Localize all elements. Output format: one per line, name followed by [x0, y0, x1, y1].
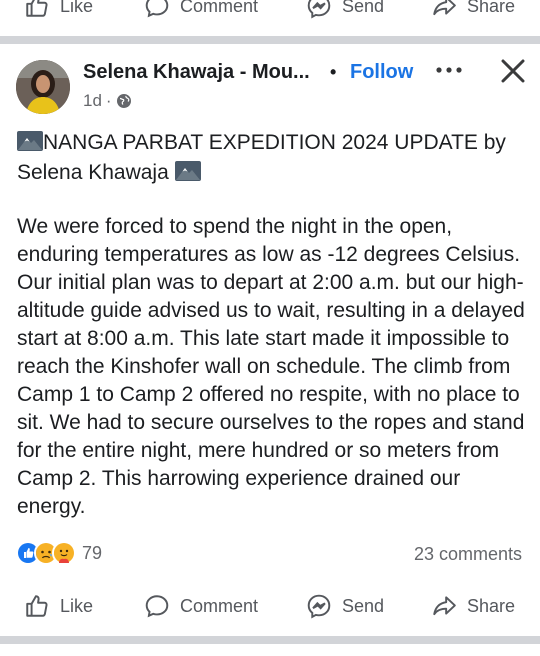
- like-button[interactable]: Like: [24, 593, 93, 619]
- follow-button[interactable]: Follow: [350, 61, 413, 84]
- top-comment-button[interactable]: Comment: [144, 0, 258, 19]
- send-label: Send: [342, 595, 385, 616]
- comment-label: Comment: [180, 595, 259, 616]
- like-label: Like: [60, 595, 94, 616]
- feed-divider: [0, 636, 540, 644]
- top-like-label: Like: [60, 0, 94, 16]
- top-share-button[interactable]: Share: [431, 0, 515, 19]
- feed-divider: [0, 36, 540, 44]
- messenger-icon: [307, 594, 331, 619]
- share-arrow-icon: [433, 596, 456, 616]
- mountain-icon: [174, 161, 201, 181]
- avatar[interactable]: [16, 60, 70, 114]
- post-time[interactable]: 1d: [83, 91, 102, 111]
- comment-button[interactable]: Comment: [144, 593, 258, 619]
- send-button[interactable]: Send: [306, 593, 384, 619]
- top-comment-label: Comment: [180, 0, 259, 16]
- thumbs-up-icon: [26, 0, 48, 17]
- speech-bubble-icon: [145, 595, 169, 618]
- post-meta: 1d ·: [83, 91, 132, 111]
- author-name[interactable]: Selena Khawaja - Mou...: [83, 61, 310, 84]
- speech-bubble-icon: [145, 0, 169, 18]
- post-title: NANGA PARBAT EXPEDITION 2024 UPDATE by S…: [17, 128, 527, 188]
- post-body: We were forced to spend the night in the…: [17, 215, 525, 518]
- meta-separator: ·: [105, 91, 112, 110]
- post-title-text: NANGA PARBAT EXPEDITION 2024 UPDATE by S…: [17, 131, 506, 184]
- mountain-icon: [17, 131, 43, 151]
- top-share-label: Share: [467, 0, 516, 16]
- top-send-label: Send: [342, 0, 385, 16]
- share-label: Share: [467, 595, 516, 616]
- share-arrow-icon: [433, 0, 456, 16]
- header-separator: •: [330, 62, 337, 82]
- comments-count[interactable]: 23 comments: [414, 544, 522, 565]
- care-reaction-icon: [52, 541, 76, 565]
- reaction-count: 79: [82, 542, 103, 563]
- share-button[interactable]: Share: [431, 593, 515, 619]
- globe-icon: [116, 94, 131, 108]
- top-like-button[interactable]: Like: [24, 0, 93, 19]
- messenger-icon: [307, 0, 331, 19]
- more-dots-icon[interactable]: [434, 58, 464, 82]
- reactions-summary[interactable]: 79: [16, 541, 102, 565]
- top-action-bar: Like Comment Send Share: [0, 0, 540, 26]
- top-send-button[interactable]: Send: [306, 0, 384, 19]
- thumbs-up-icon: [26, 595, 48, 617]
- close-icon[interactable]: [498, 56, 528, 86]
- bottom-action-bar: Like Comment Send Share: [0, 586, 540, 626]
